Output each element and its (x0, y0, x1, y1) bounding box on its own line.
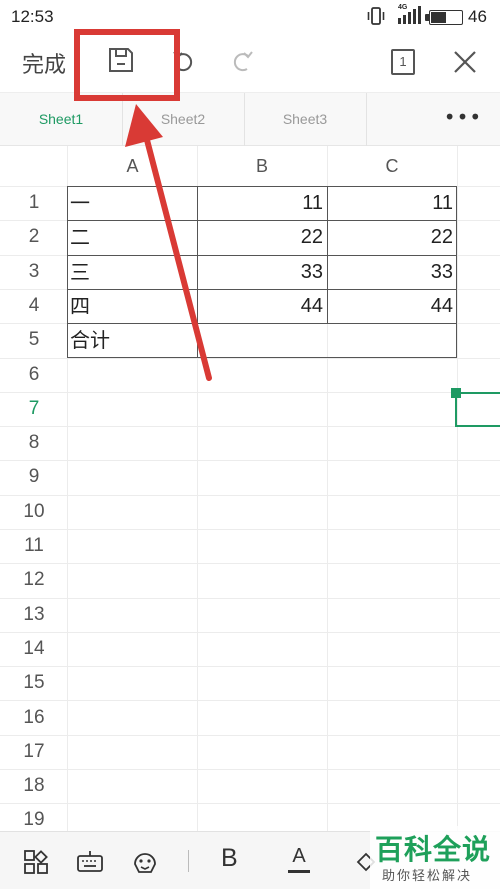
cell-b4[interactable]: 44 (197, 289, 327, 323)
cell-a1[interactable]: 一 (68, 186, 197, 220)
watermark-subtitle: 助你轻松解决 (382, 869, 473, 884)
row-header[interactable]: 5 (0, 323, 68, 357)
signal-icon (398, 6, 421, 24)
done-button[interactable]: 完成 (22, 47, 66, 79)
spreadsheet-grid[interactable]: A B C 1 2 3 4 5 6 7 8 9 10 11 12 13 14 15 16 17 18 19 一 11 11… (0, 146, 500, 836)
cell-b1[interactable]: 11 (197, 186, 327, 220)
status-time: 12:53 (11, 7, 54, 26)
row-header[interactable]: 8 (0, 426, 68, 460)
grid-hline (0, 392, 500, 393)
row-header[interactable]: 2 (0, 220, 68, 254)
vibrate-icon (367, 7, 385, 25)
column-header-c[interactable]: C (327, 146, 457, 186)
grid-hline (0, 769, 500, 770)
close-icon[interactable] (452, 49, 478, 75)
cell-b5[interactable] (197, 323, 327, 357)
row-header[interactable]: 10 (0, 495, 68, 529)
grid-hline (0, 632, 500, 633)
cell-c1[interactable]: 11 (327, 186, 457, 220)
watermark-logo: 百科全说 助你轻松解决 (370, 826, 500, 889)
row-header[interactable]: 17 (0, 735, 68, 769)
row-header[interactable]: 11 (0, 529, 68, 563)
row-header[interactable]: 16 (0, 701, 68, 735)
bold-button[interactable]: B (221, 844, 238, 873)
cell-a5[interactable]: 合计 (68, 323, 197, 357)
font-color-swatch (288, 870, 310, 873)
battery-level (431, 12, 446, 23)
annotation-highlight-box (74, 29, 180, 101)
cell-c3[interactable]: 33 (327, 255, 457, 289)
redo-icon[interactable] (230, 48, 256, 74)
tab-sheet3[interactable]: Sheet3 (244, 93, 366, 146)
row-header[interactable]: 3 (0, 255, 68, 289)
tab-divider (366, 93, 367, 146)
grid-vline (457, 146, 458, 836)
grid-hline (0, 495, 500, 496)
font-color-button[interactable]: A (287, 845, 311, 875)
grid-hline (0, 426, 500, 427)
cell-c2[interactable]: 22 (327, 220, 457, 254)
grid-hline (0, 598, 500, 599)
cell-c4[interactable]: 44 (327, 289, 457, 323)
grid-hline (0, 735, 500, 736)
cell-a4[interactable]: 四 (68, 289, 197, 323)
battery-icon (429, 10, 463, 25)
grid-hline (0, 803, 500, 804)
row-header[interactable]: 13 (0, 598, 68, 632)
cell-b2[interactable]: 22 (197, 220, 327, 254)
cell-a2[interactable]: 二 (68, 220, 197, 254)
apps-icon[interactable] (22, 848, 50, 876)
row-header[interactable]: 1 (0, 186, 68, 220)
toolbar-divider (188, 850, 189, 872)
more-tabs-button[interactable]: ••• (440, 93, 486, 146)
grid-hline (0, 358, 500, 359)
selection-handle[interactable] (451, 388, 461, 398)
row-header[interactable]: 9 (0, 460, 68, 494)
grid-hline (0, 529, 500, 530)
row-header[interactable]: 18 (0, 769, 68, 803)
row-header[interactable]: 6 (0, 358, 68, 392)
sheets-button[interactable]: 1 (391, 49, 415, 75)
emoji-icon[interactable] (131, 848, 159, 876)
row-header[interactable]: 7 (0, 392, 68, 426)
column-header-b[interactable]: B (197, 146, 327, 186)
cell-b3[interactable]: 33 (197, 255, 327, 289)
battery-percent: 46 (468, 7, 487, 26)
row-header[interactable]: 15 (0, 666, 68, 700)
grid-hline (0, 460, 500, 461)
font-color-label: A (292, 845, 306, 867)
selected-cell-outline (455, 392, 500, 427)
row-header[interactable]: 4 (0, 289, 68, 323)
column-header-a[interactable]: A (68, 146, 197, 186)
watermark-title: 百科全说 (375, 833, 492, 866)
cell-a3[interactable]: 三 (68, 255, 197, 289)
keyboard-icon[interactable] (76, 848, 104, 876)
grid-hline (0, 700, 500, 701)
cell-c5[interactable] (327, 323, 457, 357)
grid-hline (0, 666, 500, 667)
grid-hline (0, 563, 500, 564)
row-header[interactable]: 14 (0, 632, 68, 666)
row-header[interactable]: 12 (0, 563, 68, 597)
